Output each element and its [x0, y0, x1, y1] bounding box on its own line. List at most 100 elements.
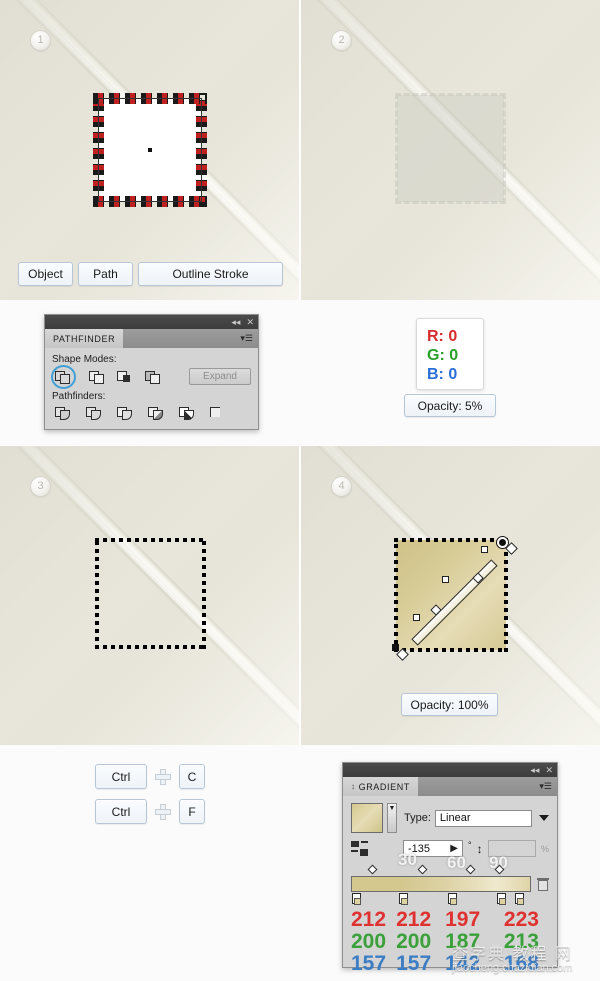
- pathfinder-tab-label: PATHFINDER: [53, 333, 116, 344]
- panel-menu-icon[interactable]: ▾☰: [240, 334, 253, 343]
- stop-rgb-column: 223 213 168: [504, 909, 549, 975]
- stop2-r: 212: [396, 908, 432, 931]
- stop4-g: 213: [503, 930, 539, 953]
- ctrl-key-1[interactable]: Ctrl: [95, 764, 147, 789]
- selection-outline-step-4[interactable]: [394, 538, 508, 652]
- object-button[interactable]: Object: [18, 262, 73, 286]
- stop4-r: 223: [503, 908, 539, 931]
- gradient-tab-label: GRADIENT: [358, 781, 410, 792]
- selected-rectangle-step-1[interactable]: [93, 93, 207, 207]
- close-icon[interactable]: ✕: [545, 765, 553, 775]
- rgb-readout-card: R: 0 G: 0 B: 0: [416, 318, 484, 390]
- collapse-icon[interactable]: ◂◂: [231, 317, 240, 327]
- outline-stroke-button[interactable]: Outline Stroke: [138, 262, 283, 286]
- path-button[interactable]: Path: [78, 262, 133, 286]
- outline-icon[interactable]: [179, 405, 196, 421]
- gradient-color-stop[interactable]: [399, 893, 408, 905]
- stop3-g: 187: [445, 930, 481, 953]
- intersect-icon[interactable]: [117, 369, 134, 385]
- rgb-row-b: B: 0: [427, 365, 473, 384]
- shortcut-row-paste-front: Ctrl F: [95, 799, 205, 824]
- gradient-stop-marker[interactable]: [413, 614, 420, 621]
- pathfinder-tabbar[interactable]: PATHFINDER ▾☰: [45, 329, 258, 348]
- rgb-value-g: 0: [449, 347, 459, 364]
- gradient-type-row: ▼ Type: Linear: [351, 803, 549, 833]
- gradient-midpoint[interactable]: [494, 864, 505, 875]
- pathfinder-titlebar[interactable]: ◂◂ ✕: [45, 315, 258, 329]
- gradient-stop-marker[interactable]: [442, 576, 449, 583]
- gradient-midpoint[interactable]: [367, 864, 378, 875]
- gradient-stop-marker[interactable]: [481, 546, 488, 553]
- stop3-r: 197: [445, 908, 481, 931]
- type-select[interactable]: Linear: [434, 809, 532, 827]
- gradient-tabbar[interactable]: ↕ GRADIENT ▾☰: [343, 777, 557, 796]
- expand-button[interactable]: Expand: [189, 368, 251, 385]
- gradient-panel[interactable]: ◂◂ ✕ ↕ GRADIENT ▾☰ ▼ Type: Linear -135 ▶…: [342, 762, 558, 975]
- key-c[interactable]: C: [179, 764, 205, 789]
- collapse-icon[interactable]: ◂◂: [530, 765, 539, 775]
- crop-icon[interactable]: [148, 405, 165, 421]
- stop-rgb-column: 197 187 142: [445, 909, 504, 975]
- gradient-color-stop[interactable]: [497, 893, 506, 905]
- pathfinder-tabbar-rest: ▾☰: [123, 329, 258, 348]
- selected-ring: [51, 364, 76, 389]
- gradient-swatch[interactable]: [351, 803, 383, 833]
- stop-rgb-column: 212 200 157: [396, 909, 445, 975]
- gradient-bar-row: [351, 876, 549, 892]
- gradient-titlebar[interactable]: ◂◂ ✕: [343, 763, 557, 777]
- rgb-row-g: G: 0: [427, 346, 473, 365]
- step-badge-4: 4: [331, 476, 352, 497]
- gradient-midpoint[interactable]: [465, 864, 476, 875]
- type-label: Type:: [404, 812, 431, 824]
- reverse-gradient-icon[interactable]: [351, 840, 369, 857]
- pathfinders-row: [55, 405, 251, 421]
- gradient-midpoint[interactable]: [417, 864, 428, 875]
- rgb-value-b: 0: [448, 366, 458, 383]
- trim-icon[interactable]: [86, 405, 103, 421]
- stop3-b: 142: [445, 952, 481, 975]
- trash-icon[interactable]: [537, 877, 549, 891]
- rgb-label-r: R:: [427, 328, 444, 345]
- unite-icon[interactable]: [51, 364, 76, 389]
- close-icon[interactable]: ✕: [246, 317, 254, 327]
- stop2-g: 200: [396, 930, 432, 953]
- tab-gradient[interactable]: ↕ GRADIENT: [343, 777, 418, 796]
- stop1-g: 200: [351, 930, 387, 953]
- rgb-row-r: R: 0: [427, 327, 473, 346]
- gradient-stops-row: [351, 893, 549, 906]
- stop1-r: 212: [351, 908, 387, 931]
- gradient-color-stop[interactable]: [515, 893, 524, 905]
- minus-back-icon[interactable]: [210, 405, 227, 421]
- pathfinder-panel[interactable]: ◂◂ ✕ PATHFINDER ▾☰ Shape Modes: Expand P…: [44, 314, 259, 430]
- exclude-icon[interactable]: [145, 369, 162, 385]
- minus-front-icon[interactable]: [89, 369, 106, 385]
- artboard-step-2: 2: [301, 0, 600, 300]
- stop4-b: 168: [503, 952, 539, 975]
- stop-rgb-column: 212 200 157: [351, 909, 396, 975]
- gradient-start-handle[interactable]: [392, 644, 399, 651]
- gradient-color-stop[interactable]: [448, 893, 457, 905]
- aspect-ratio-icon: ↕: [476, 841, 483, 856]
- gradient-preset-dropdown[interactable]: ▼: [387, 803, 397, 833]
- merge-icon[interactable]: [117, 405, 134, 421]
- divide-icon[interactable]: [55, 405, 72, 421]
- screenshot-root: 1 2 Object Path Outline Stroke ◂◂ ✕ PATH…: [0, 0, 600, 981]
- artboard-step-3: 3: [0, 446, 299, 745]
- shape-modes-row: Expand: [51, 364, 251, 389]
- opacity-100-badge: Opacity: 100%: [401, 693, 498, 716]
- chevron-down-icon[interactable]: [539, 815, 549, 821]
- selected-rectangle-step-3[interactable]: [95, 538, 206, 649]
- step-badge-1: 1: [30, 30, 51, 51]
- ctrl-key-2[interactable]: Ctrl: [95, 799, 147, 824]
- gradient-midpoints-row: [351, 864, 549, 875]
- shape-modes-label: Shape Modes:: [52, 354, 117, 365]
- gradient-color-stop[interactable]: [352, 893, 361, 905]
- tab-pathfinder[interactable]: PATHFINDER: [45, 329, 124, 348]
- step-badge-2: 2: [331, 30, 352, 51]
- panel-menu-icon[interactable]: ▾☰: [539, 782, 552, 791]
- step-badge-3: 3: [30, 476, 51, 497]
- degree-symbol: °: [468, 840, 472, 850]
- key-f[interactable]: F: [179, 799, 205, 824]
- faint-selection-step-2[interactable]: [395, 93, 506, 204]
- gradient-slider-bar[interactable]: [351, 876, 531, 892]
